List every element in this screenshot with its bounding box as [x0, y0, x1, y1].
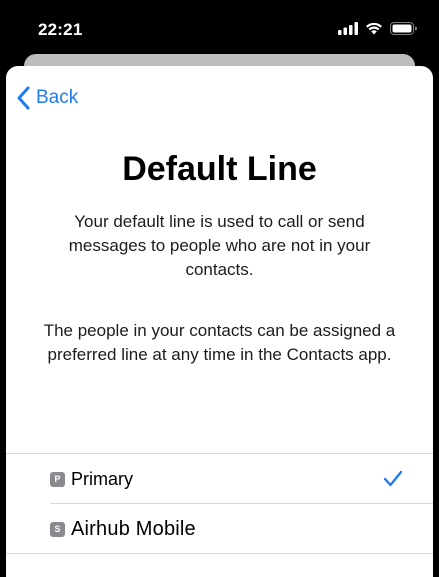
page-title: Default Line [122, 150, 317, 188]
description-default-line: Your default line is used to call or sen… [68, 212, 371, 279]
line-badge-p: P [50, 471, 65, 487]
battery-icon [390, 22, 417, 35]
description-contacts: The people in your contacts can be assig… [43, 321, 396, 364]
list-bottom-divider [6, 553, 433, 554]
line-label-airhub-mobile: Airhub Mobile [71, 517, 196, 540]
back-button[interactable]: Back [16, 86, 78, 110]
status-bar: 22:21 [0, 0, 439, 62]
checkmark-icon [383, 470, 403, 487]
line-option-primary[interactable]: P Primary [50, 454, 433, 504]
line-badge-s: S [50, 521, 65, 537]
line-option-airhub-mobile[interactable]: S Airhub Mobile [50, 504, 433, 554]
status-icons [338, 22, 417, 35]
signal-icon [338, 22, 358, 35]
back-label: Back [36, 87, 79, 108]
wifi-icon [366, 22, 382, 35]
line-label-primary: Primary [71, 468, 133, 489]
default-line-sheet: Back Default Line Your default line is u… [6, 66, 433, 577]
screen: 22:21 Back Default Line Your default lin… [0, 0, 439, 577]
status-time: 22:21 [38, 20, 83, 39]
chevron-left-icon [17, 86, 30, 110]
